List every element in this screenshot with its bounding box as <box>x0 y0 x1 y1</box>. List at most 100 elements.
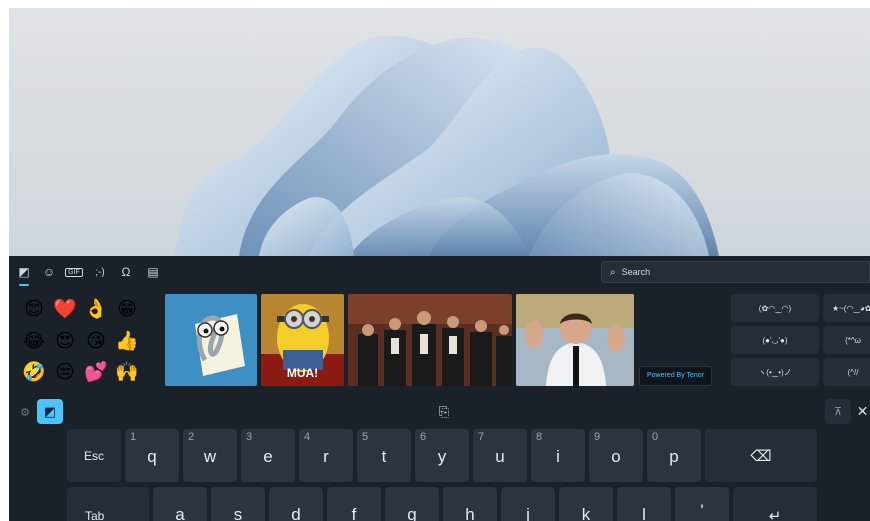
key-label: k <box>581 505 591 521</box>
key-number: 0 <box>652 431 659 443</box>
key-q[interactable]: 1q <box>125 429 179 482</box>
key-number: 9 <box>594 431 601 443</box>
emoji-heart-eyes[interactable]: 😍 <box>52 328 78 354</box>
man-image <box>516 294 634 386</box>
emoji-joy[interactable]: 😂 <box>21 328 47 354</box>
clipboard-button[interactable]: ⎘ <box>434 402 454 422</box>
key-t[interactable]: 5t <box>357 429 411 482</box>
touch-keyboard: ◩ ☺ GIF ;-) Ω ▤ ⌕ Search 😊 ❤️ 👌 😁 😂 😍 😘 … <box>9 256 870 521</box>
gear-icon: ⚙ <box>20 406 30 419</box>
key-label: g <box>407 505 417 521</box>
key-label: h <box>465 505 475 521</box>
key-j[interactable]: j <box>501 487 555 521</box>
emoji-smiling[interactable]: 😊 <box>21 296 47 322</box>
key-y[interactable]: 6y <box>415 429 469 482</box>
key-apostrophe[interactable]: ' <box>675 487 729 521</box>
key-l[interactable]: l <box>617 487 671 521</box>
key-label: t <box>381 447 387 466</box>
key-label: Esc <box>83 449 104 463</box>
symbols-tab[interactable]: Ω <box>115 262 137 282</box>
key-number: 5 <box>362 431 369 443</box>
key-label: w <box>203 447 217 466</box>
key-d[interactable]: d <box>269 487 323 521</box>
emoji-raised-hands[interactable]: 🙌 <box>114 359 140 385</box>
desktop-wallpaper <box>9 8 870 256</box>
key-e[interactable]: 3e <box>241 429 295 482</box>
key-enter[interactable]: ↵ <box>733 487 817 521</box>
sticker-tab[interactable]: ◩ <box>13 262 35 286</box>
key-h[interactable]: h <box>443 487 497 521</box>
key-g[interactable]: g <box>385 487 439 521</box>
key-number: 1 <box>130 431 137 443</box>
key-u[interactable]: 7u <box>473 429 527 482</box>
emoji-tab[interactable]: ☺ <box>38 262 60 282</box>
crowd-image <box>348 294 512 386</box>
key-label: i <box>556 447 560 466</box>
clipboard-history-tab[interactable]: ▤ <box>142 262 164 282</box>
key-number: 2 <box>188 431 195 443</box>
key-r[interactable]: 4r <box>299 429 353 482</box>
search-placeholder: Search <box>621 267 651 277</box>
kaomoji-item[interactable]: (✿◠‿◠) <box>731 294 819 322</box>
key-o[interactable]: 9o <box>589 429 643 482</box>
emoji-ok-hand[interactable]: 👌 <box>83 296 109 322</box>
key-label: a <box>175 505 185 521</box>
search-field[interactable]: ⌕ Search <box>601 261 870 283</box>
key-label: d <box>291 505 301 521</box>
key-label: l <box>642 505 646 521</box>
emoji-thumbs-up[interactable]: 👍 <box>114 328 140 354</box>
key-label: o <box>611 447 621 466</box>
key-number: 7 <box>478 431 485 443</box>
close-keyboard-button[interactable]: ✕ <box>855 399 870 424</box>
clippy-image <box>195 314 245 376</box>
kaomoji-item[interactable]: ヽ(•‿•)ノ <box>731 358 819 386</box>
key-s[interactable]: s <box>211 487 265 521</box>
key-label: j <box>526 505 530 521</box>
key-i[interactable]: 8i <box>531 429 585 482</box>
emoji-rofl[interactable]: 🤣 <box>21 359 47 385</box>
key-label: y <box>437 447 447 466</box>
key-label: Tab <box>85 509 105 521</box>
emoji-heart[interactable]: ❤️ <box>52 296 78 322</box>
dock-keyboard-button[interactable]: ⊼ <box>825 399 851 424</box>
sticker-mode-button[interactable]: ◩ <box>37 399 63 424</box>
key-number: 4 <box>304 431 311 443</box>
keyboard-tab-bar: ◩ ☺ GIF ;-) Ω ▤ ⌕ Search <box>9 256 870 288</box>
key-backspace[interactable]: ⌫ <box>705 429 817 482</box>
key-label: p <box>669 447 679 466</box>
kaomoji-item[interactable]: (*^ω <box>823 326 870 354</box>
symbols-icon: Ω <box>121 265 131 279</box>
key-number: 8 <box>536 431 543 443</box>
key-esc[interactable]: Esc <box>67 429 121 482</box>
kaomoji-item[interactable]: ★~(◠‿◕✿) <box>823 294 870 322</box>
emoji-two-hearts[interactable]: 💕 <box>83 359 109 385</box>
key-a[interactable]: a <box>153 487 207 521</box>
key-label: f <box>351 505 357 521</box>
sticker-icon: ◩ <box>18 265 30 279</box>
emoji-unamused[interactable]: 😒 <box>52 359 78 385</box>
emoji-kiss[interactable]: 😘 <box>83 328 109 354</box>
enter-icon: ↵ <box>768 508 782 521</box>
gif-tab[interactable]: GIF <box>63 262 85 282</box>
key-number: 3 <box>246 431 253 443</box>
gif-applause-crowd[interactable] <box>348 294 512 386</box>
emoji-icon: ☺ <box>42 265 56 279</box>
kaomoji-tab[interactable]: ;-) <box>89 262 111 282</box>
key-tab[interactable]: Tab <box>67 487 149 521</box>
close-icon: ✕ <box>856 403 869 419</box>
key-p[interactable]: 0p <box>647 429 701 482</box>
key-label: s <box>233 505 243 521</box>
gif-icon: GIF <box>65 267 83 277</box>
gif-caption: MUA! <box>286 366 319 380</box>
key-w[interactable]: 2w <box>183 429 237 482</box>
kaomoji-item[interactable]: (^// <box>823 358 870 386</box>
gif-minion[interactable]: MUA! <box>261 294 344 386</box>
key-number: 6 <box>420 431 427 443</box>
key-k[interactable]: k <box>559 487 613 521</box>
emoji-grin[interactable]: 😁 <box>114 296 140 322</box>
gif-clippy[interactable] <box>165 294 257 386</box>
gif-applauding-man[interactable] <box>516 294 634 386</box>
settings-button[interactable]: ⚙ <box>16 402 34 422</box>
key-f[interactable]: f <box>327 487 381 521</box>
kaomoji-item[interactable]: (●'◡'●) <box>731 326 819 354</box>
